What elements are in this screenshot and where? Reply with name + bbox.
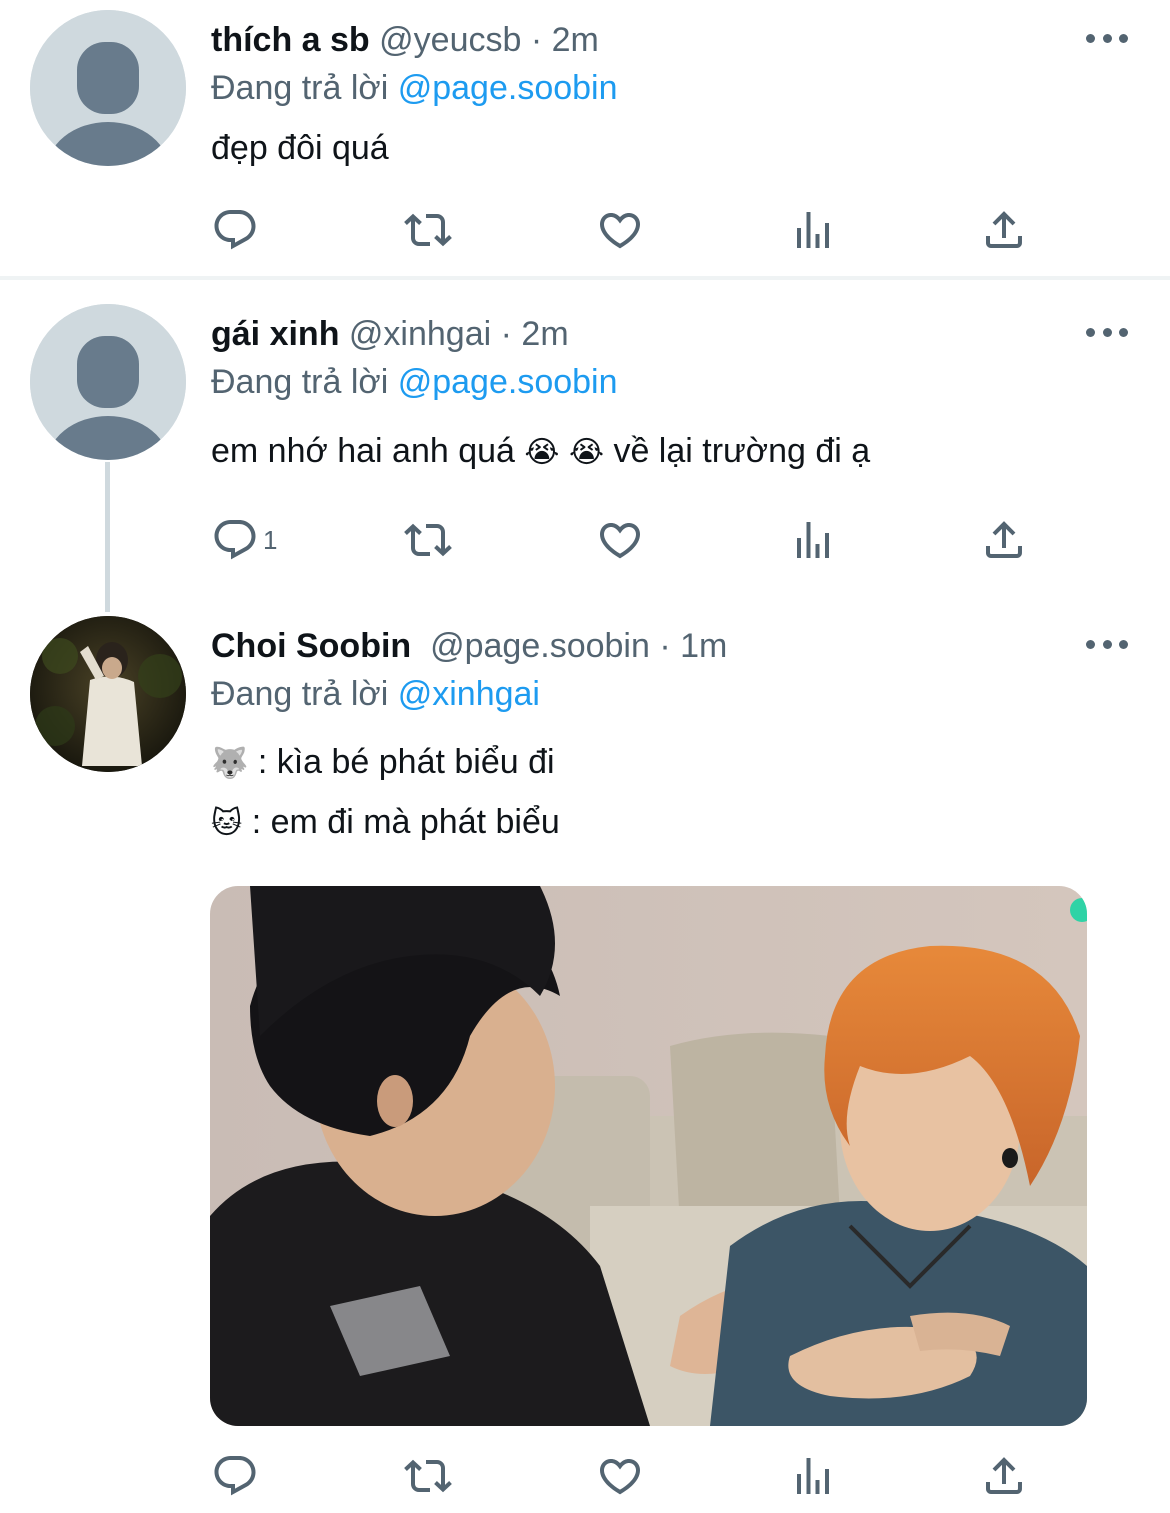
reply-mention-link[interactable]: @page.soobin <box>398 69 618 107</box>
tweet-text-line-2: 🐱 : em đi mà phát biểu <box>211 802 560 844</box>
display-name[interactable]: thích a sb <box>211 21 370 59</box>
share-button[interactable] <box>980 202 1028 258</box>
action-bar: 1 <box>211 512 1071 568</box>
more-icon <box>1086 327 1095 337</box>
tweet-2[interactable]: gái xinh @xinhgai · 2m Đang trả lời @pag… <box>0 280 1170 610</box>
crying-face-emoji: 😭 <box>524 435 560 470</box>
tweet-header: thích a sb @yeucsb · 2m <box>211 20 599 60</box>
photo-illustration <box>210 886 1087 1426</box>
reply-mention-link[interactable]: @page.soobin <box>398 363 618 401</box>
action-bar <box>211 202 1071 258</box>
tweet-text: em nhớ hai anh quá 😭 😭 về lại trường đi … <box>211 431 870 473</box>
crying-face-emoji: 😭 <box>568 435 604 470</box>
like-icon <box>596 206 644 254</box>
separator: · <box>500 315 512 353</box>
views-icon <box>789 516 837 564</box>
retweet-icon <box>404 206 452 254</box>
like-button[interactable] <box>596 512 644 568</box>
separator: · <box>659 627 671 665</box>
tweet-text-content: đẹp đôi quá <box>211 129 389 167</box>
views-icon <box>789 1452 837 1500</box>
profile-photo-avatar <box>30 616 186 772</box>
views-button[interactable] <box>789 512 837 568</box>
display-name[interactable]: gái xinh <box>211 315 339 353</box>
timestamp[interactable]: 2m <box>521 315 568 353</box>
like-button[interactable] <box>596 1448 644 1504</box>
retweet-button[interactable] <box>404 1448 452 1504</box>
like-button[interactable] <box>596 202 644 258</box>
separator: · <box>530 21 543 59</box>
retweet-icon <box>404 1452 452 1500</box>
tweet-text: đẹp đôi quá <box>211 128 389 168</box>
more-options-button[interactable] <box>1086 637 1128 651</box>
wolf-emoji: 🐺 <box>211 746 249 781</box>
tweet-header: gái xinh @xinhgai · 2m <box>211 314 569 354</box>
tweet-text-part: em nhớ hai anh quá <box>211 432 515 470</box>
tweet-header: Choi Soobin @page.soobin · 1m <box>211 626 727 666</box>
like-icon <box>596 516 644 564</box>
tweet-text-part: : kìa bé phát biểu đi <box>257 743 555 781</box>
reply-button[interactable] <box>211 1448 259 1504</box>
tweet-text-part: : em đi mà phát biểu <box>251 803 560 841</box>
default-avatar-icon <box>30 10 186 166</box>
action-bar <box>211 1448 1071 1504</box>
replying-to-label: Đang trả lời <box>211 363 389 401</box>
reply-count: 1 <box>263 524 278 555</box>
views-button[interactable] <box>789 1448 837 1504</box>
handle[interactable]: @xinhgai <box>349 315 491 353</box>
cat-emoji: 🐱 <box>211 806 243 841</box>
reply-button[interactable] <box>211 202 259 258</box>
like-icon <box>596 1452 644 1500</box>
replying-to: Đang trả lời @page.soobin <box>211 362 618 402</box>
share-icon <box>980 516 1028 564</box>
handle[interactable]: @page.soobin <box>430 627 650 665</box>
more-options-button[interactable] <box>1086 325 1128 339</box>
share-icon <box>980 206 1028 254</box>
reply-icon <box>211 1452 259 1500</box>
avatar[interactable] <box>30 10 186 166</box>
retweet-button[interactable] <box>404 202 452 258</box>
replying-to: Đang trả lời @xinhgai <box>211 674 540 714</box>
share-button[interactable] <box>980 512 1028 568</box>
tweet-1[interactable]: thích a sb @yeucsb · 2m Đang trả lời @pa… <box>0 0 1170 276</box>
more-icon <box>1086 33 1095 43</box>
share-button[interactable] <box>980 1448 1028 1504</box>
retweet-icon <box>404 516 452 564</box>
default-avatar-icon <box>30 304 186 460</box>
reply-button[interactable]: 1 <box>211 512 277 568</box>
handle[interactable]: @yeucsb <box>379 21 521 59</box>
retweet-button[interactable] <box>404 512 452 568</box>
replying-to-label: Đang trả lời <box>211 675 389 713</box>
tweet-text-line-1: 🐺 : kìa bé phát biểu đi <box>211 742 555 784</box>
avatar[interactable] <box>30 304 186 460</box>
display-name[interactable]: Choi Soobin <box>211 627 411 665</box>
avatar[interactable] <box>30 616 186 772</box>
reply-mention-link[interactable]: @xinhgai <box>398 675 540 713</box>
timestamp[interactable]: 2m <box>552 21 599 59</box>
views-button[interactable] <box>789 202 837 258</box>
tweet-text-part: về lại trường đi ạ <box>613 432 871 470</box>
thread-connector-line <box>105 462 110 612</box>
replying-to: Đang trả lời @page.soobin <box>211 68 618 108</box>
replying-to-label: Đang trả lời <box>211 69 389 107</box>
views-icon <box>789 206 837 254</box>
reply-icon <box>211 206 259 254</box>
more-icon <box>1086 639 1095 649</box>
reply-icon <box>211 516 259 564</box>
timestamp[interactable]: 1m <box>680 627 727 665</box>
tweet-media-photo[interactable] <box>210 886 1087 1426</box>
share-icon <box>980 1452 1028 1500</box>
more-options-button[interactable] <box>1086 31 1128 45</box>
